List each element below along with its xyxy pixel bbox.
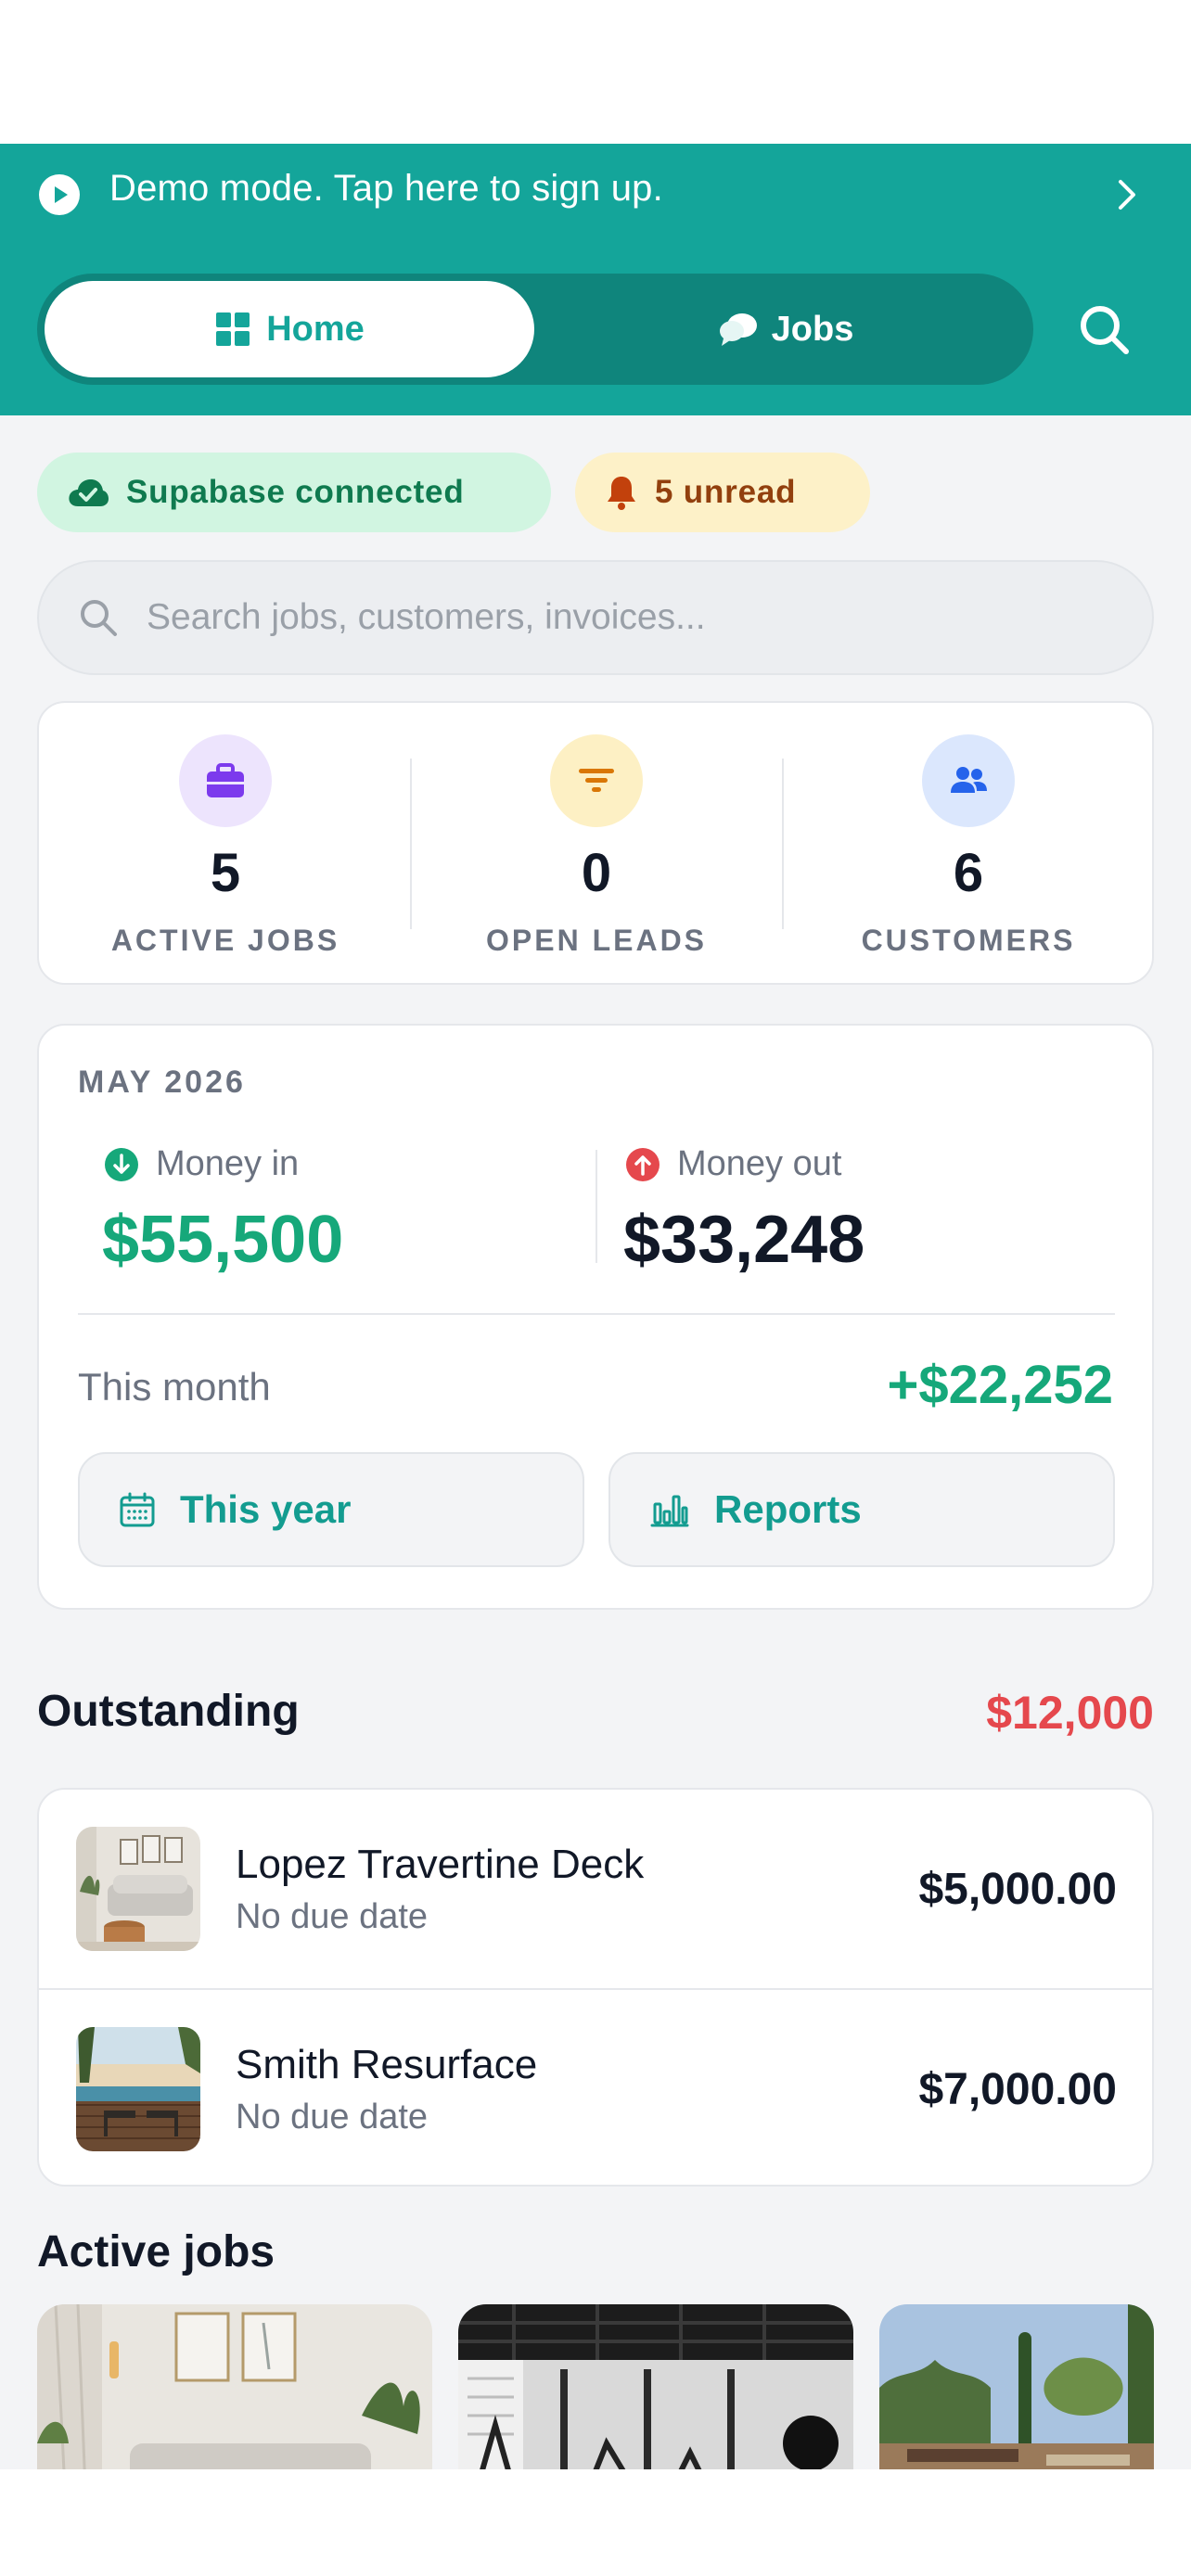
demo-banner-text: Demo mode. Tap here to sign up. [109,168,663,209]
app-header: Demo mode. Tap here to sign up. Home Job… [0,144,1191,415]
tab-home-label: Home [266,309,365,349]
connection-status-badge: Supabase connected [37,453,551,532]
grid-icon [216,312,250,346]
outstanding-item-amount: $5,000.00 [918,1865,1117,1914]
stat-label: ACTIVE JOBS [110,924,340,957]
job-thumbnail [76,1827,200,1951]
tab-home[interactable]: Home [45,281,534,377]
outstanding-item-due: No due date [236,1897,429,1936]
outstanding-item[interactable]: Lopez Travertine Deck No due date $5,000… [39,1790,1152,1990]
outstanding-item-name: Lopez Travertine Deck [236,1842,645,1887]
stat-active-jobs[interactable]: 5 ACTIVE JOBS [40,703,411,987]
outstanding-total: $12,000 [986,1687,1154,1739]
tab-jobs[interactable]: Jobs [545,281,1026,377]
reports-label: Reports [714,1487,862,1531]
reports-button[interactable]: Reports [608,1452,1115,1567]
chat-bubbles-icon [719,313,757,346]
stat-label: OPEN LEADS [485,924,708,957]
money-out-label: Money out [677,1144,842,1183]
filter-icon [550,734,643,827]
money-in-value: $55,500 [102,1203,344,1277]
users-icon [922,734,1015,827]
active-job-card[interactable] [879,2304,1154,2469]
active-jobs-title: Active jobs [37,2227,275,2276]
stat-open-leads[interactable]: 0 OPEN LEADS [411,703,782,987]
play-icon [39,174,80,215]
bottom-safe-area [0,2469,1191,2576]
home-content: Supabase connected 5 unread 5 ACTIVE JOB… [0,415,1191,2469]
briefcase-icon [179,734,272,827]
outstanding-item[interactable]: Smith Resurface No due date $7,000.00 [39,1990,1152,2185]
main-segmented-control: Home Jobs [37,274,1033,385]
cloud-check-icon [69,479,109,506]
outstanding-item-name: Smith Resurface [236,2042,538,2087]
this-year-button[interactable]: This year [78,1452,584,1567]
money-in-header: Money in [104,1144,299,1184]
arrow-up-circle-icon [626,1147,660,1181]
job-thumbnail [76,2027,200,2151]
chevron-right-icon [1119,180,1135,210]
stats-card: 5 ACTIVE JOBS 0 OPEN LEADS 6 CUSTOMERS [37,701,1154,985]
stat-customers[interactable]: 6 CUSTOMERS [783,703,1154,987]
money-horizontal-divider [78,1313,1115,1315]
stat-label: CUSTOMERS [861,924,1076,957]
tab-jobs-label: Jobs [771,309,854,349]
bell-icon [608,477,635,510]
money-divider [596,1150,597,1263]
connection-status-text: Supabase connected [126,474,465,510]
bar-chart-icon [650,1495,689,1527]
stat-value: 0 [581,843,612,903]
stat-value: 5 [210,843,241,903]
money-summary-card: MAY 2026 Money in $55,500 Money out $33,… [37,1024,1154,1610]
stat-value: 6 [953,843,984,903]
search-icon [81,600,117,636]
status-bar-area [0,0,1191,144]
money-out-header: Money out [625,1144,841,1184]
outstanding-list: Lopez Travertine Deck No due date $5,000… [37,1788,1154,2187]
net-value: +$22,252 [887,1355,1113,1415]
this-year-label: This year [180,1487,352,1531]
net-label: This month [78,1365,271,1409]
unread-notifications-badge[interactable]: 5 unread [575,453,870,532]
outstanding-item-amount: $7,000.00 [918,2065,1117,2114]
arrow-down-circle-icon [105,1147,138,1181]
period-label: MAY 2026 [78,1065,246,1100]
money-in-label: Money in [156,1144,300,1183]
active-job-card[interactable] [37,2304,432,2469]
calendar-icon [120,1492,155,1527]
outstanding-title: Outstanding [37,1687,300,1736]
demo-mode-banner[interactable]: Demo mode. Tap here to sign up. [0,144,1191,246]
search-input[interactable] [147,597,981,638]
outstanding-item-due: No due date [236,2098,429,2136]
search-icon[interactable] [1076,301,1133,359]
global-search-field[interactable] [37,560,1154,675]
active-job-card[interactable] [458,2304,853,2469]
unread-count-text: 5 unread [655,474,797,510]
money-out-value: $33,248 [623,1203,865,1277]
